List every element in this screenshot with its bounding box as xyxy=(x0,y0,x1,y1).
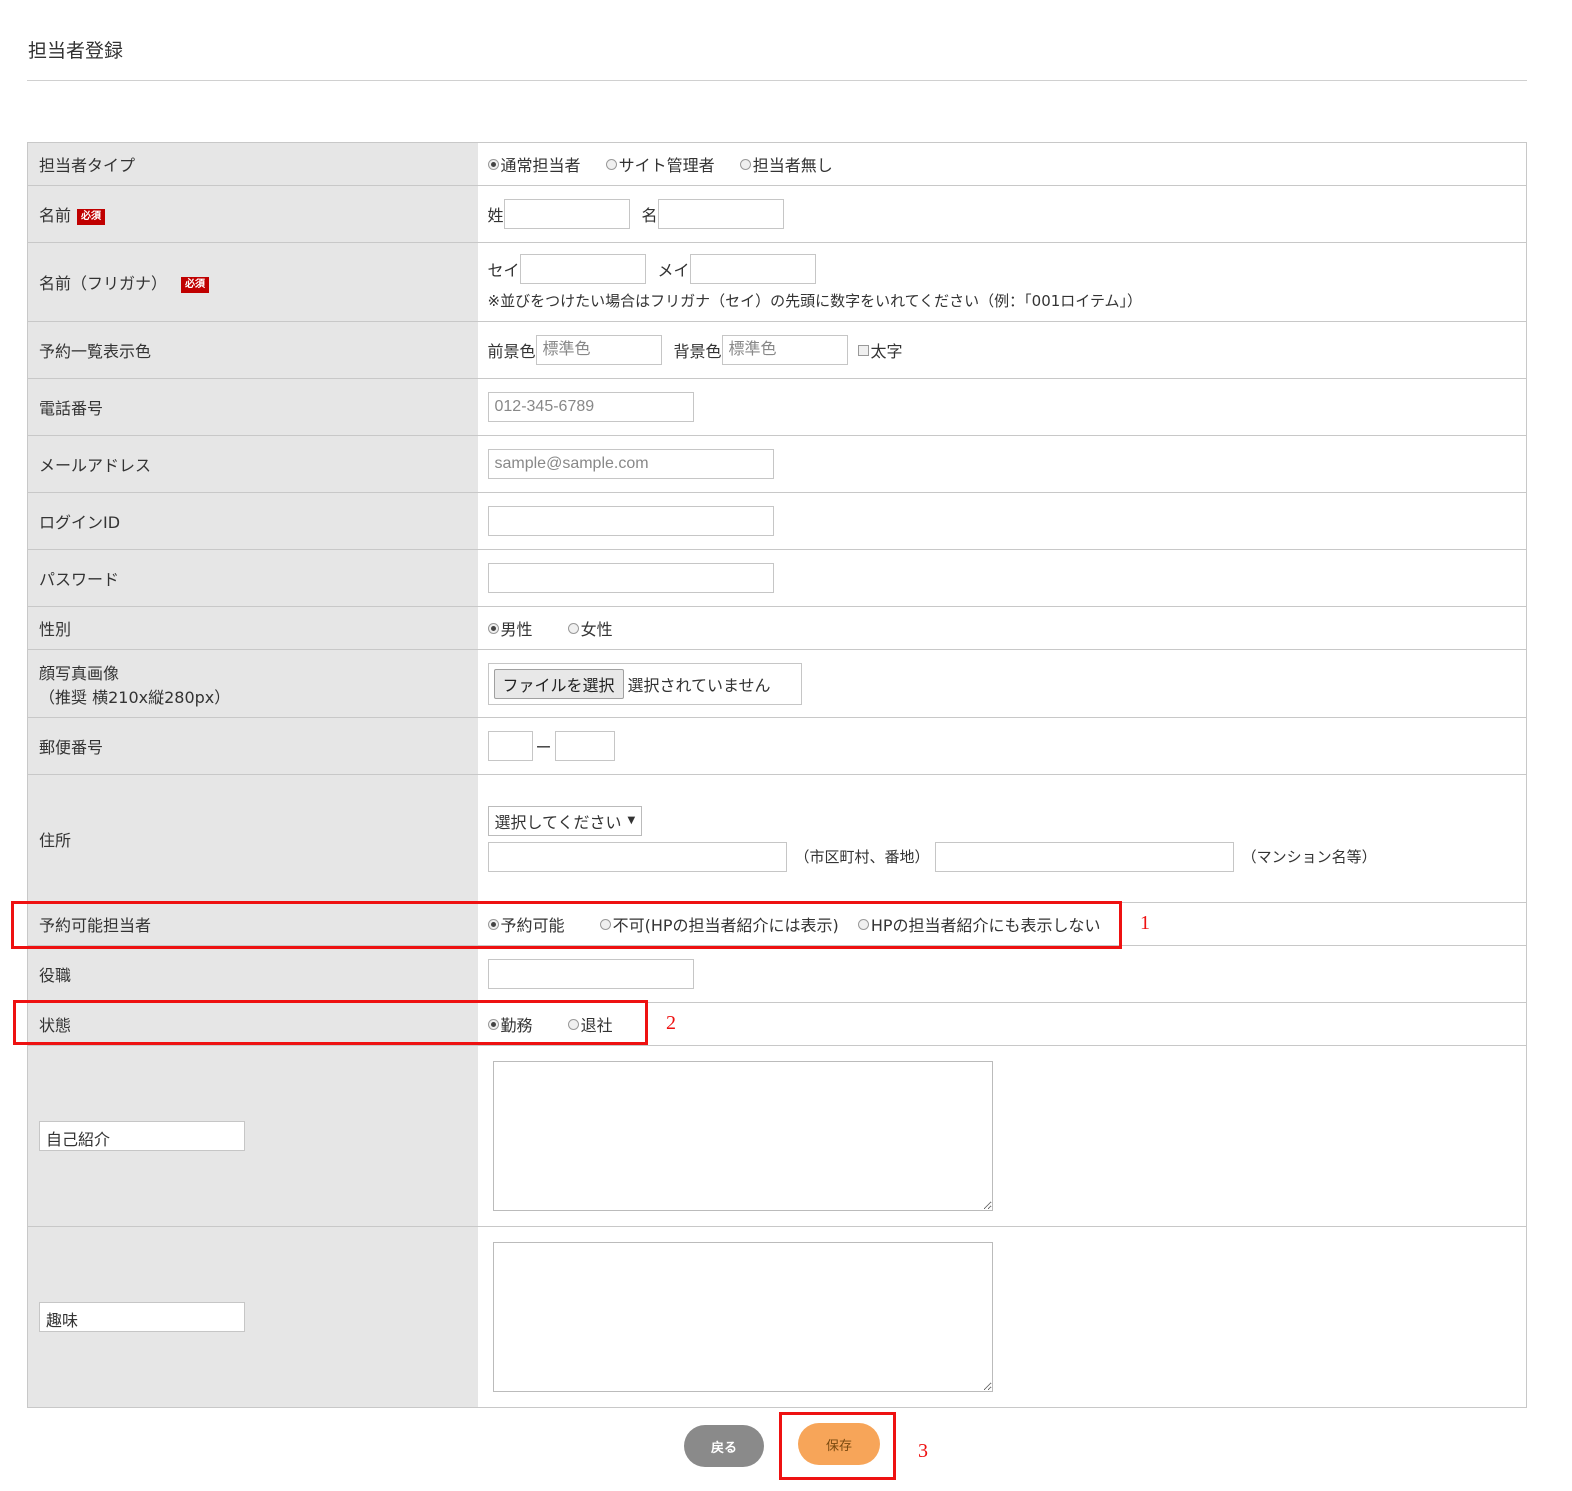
annotation-number-1: 1 xyxy=(1140,912,1150,934)
checkbox-icon xyxy=(857,344,869,356)
postal-code-first-input[interactable] xyxy=(487,731,533,761)
intro-label-input[interactable]: 自己紹介 xyxy=(39,1121,245,1151)
highlight-box-3 xyxy=(779,1412,896,1480)
row-intro: 自己紹介 xyxy=(27,1045,1527,1227)
name-label-cell: 名前 必須 xyxy=(27,185,478,243)
row-kana: 名前（フリガナ） 必須 セイ メイ ※並びをつけたい場合はフリガナ（セイ）の先頭に… xyxy=(27,242,1527,322)
radio-icon xyxy=(567,622,579,634)
kana-label: 名前（フリガナ） xyxy=(39,274,168,293)
intro-textarea[interactable] xyxy=(492,1061,993,1211)
staff-type-option-admin[interactable]: サイト管理者 xyxy=(605,152,715,176)
fg-color-input[interactable] xyxy=(535,335,662,365)
name-label: 名前 xyxy=(39,206,72,225)
email-label: メールアドレス xyxy=(27,435,478,493)
row-hobby: 趣味 xyxy=(27,1226,1527,1408)
required-badge: 必須 xyxy=(181,276,210,293)
kana-inputs: セイ メイ ※並びをつけたい場合はフリガナ（セイ）の先頭に数字をいれてください（… xyxy=(477,242,1527,322)
kana-first-label: メイ xyxy=(657,260,690,280)
photo-size-hint: （推奨 横210x縦280px） xyxy=(39,687,231,707)
address-line2-note: （マンション名等） xyxy=(1241,848,1377,866)
display-color-inputs: 前景色 背景色 太字 xyxy=(477,321,1527,379)
photo-label: 顔写真画像 xyxy=(39,663,120,683)
page-title: 担当者登録 xyxy=(28,40,124,62)
row-name: 名前 必須 姓 名 xyxy=(27,185,1527,243)
radio-icon xyxy=(605,158,617,170)
gender-label: 性別 xyxy=(27,606,478,650)
annotation-number-3: 3 xyxy=(918,1440,928,1462)
row-display-color: 予約一覧表示色 前景色 背景色 太字 xyxy=(27,321,1527,379)
bold-checkbox[interactable]: 太字 xyxy=(857,338,903,362)
row-email: メールアドレス xyxy=(27,435,1527,493)
display-color-label: 予約一覧表示色 xyxy=(27,321,478,379)
kana-last-input[interactable] xyxy=(519,253,646,284)
row-postal: 郵便番号 ー xyxy=(27,717,1527,775)
kana-label-cell: 名前（フリガナ） 必須 xyxy=(27,242,478,322)
phone-label: 電話番号 xyxy=(27,378,478,436)
first-name-input[interactable] xyxy=(657,199,784,229)
last-name-input[interactable] xyxy=(503,199,630,229)
staff-type-option-none[interactable]: 担当者無し xyxy=(739,152,833,176)
staff-type-option-normal[interactable]: 通常担当者 xyxy=(487,152,581,176)
choose-file-button[interactable]: ファイルを選択 xyxy=(493,668,624,699)
position-label: 役職 xyxy=(27,945,478,1003)
row-photo: 顔写真画像 （推奨 横210x縦280px） ファイルを選択 選択されていません xyxy=(27,649,1527,718)
kana-note: ※並びをつけたい場合はフリガナ（セイ）の先頭に数字をいれてください（例：「001… xyxy=(487,291,1143,310)
highlight-box-2 xyxy=(13,1000,648,1045)
password-input[interactable] xyxy=(487,563,774,593)
row-staff-type: 担当者タイプ 通常担当者 サイト管理者 担当者無し xyxy=(27,142,1527,186)
staff-form-table: 担当者タイプ 通常担当者 サイト管理者 担当者無し 名前 必須 姓 名 名前（フリ… xyxy=(27,142,1527,1408)
radio-icon xyxy=(487,158,499,170)
login-id-input[interactable] xyxy=(487,506,774,536)
hobby-label-input[interactable]: 趣味 xyxy=(39,1302,245,1332)
kana-last-label: セイ xyxy=(487,260,520,280)
last-name-label: 姓 xyxy=(487,206,504,225)
bg-color-label: 背景色 xyxy=(673,342,722,361)
row-gender: 性別 男性 女性 xyxy=(27,606,1527,650)
back-button[interactable]: 戻る xyxy=(684,1425,764,1467)
file-status-text: 選択されていません xyxy=(627,675,771,695)
row-password: パスワード xyxy=(27,549,1527,607)
staff-type-options: 通常担当者 サイト管理者 担当者無し xyxy=(477,142,1527,186)
title-divider xyxy=(27,80,1527,81)
row-phone: 電話番号 xyxy=(27,378,1527,436)
password-label: パスワード xyxy=(27,549,478,607)
postal-separator: ー xyxy=(535,738,552,757)
email-input[interactable] xyxy=(487,449,774,479)
prefecture-select[interactable]: 選択してください ▼ xyxy=(487,805,643,836)
photo-label-cell: 顔写真画像 （推奨 横210x縦280px） xyxy=(27,649,478,718)
radio-icon xyxy=(487,622,499,634)
first-name-label: 名 xyxy=(641,206,658,225)
chevron-down-icon: ▼ xyxy=(627,815,636,826)
photo-file-input[interactable]: ファイルを選択 選択されていません xyxy=(487,662,802,705)
annotation-number-2: 2 xyxy=(666,1012,676,1034)
bg-color-input[interactable] xyxy=(721,335,848,365)
staff-type-label: 担当者タイプ xyxy=(27,142,478,186)
name-inputs: 姓 名 xyxy=(477,185,1527,243)
row-address: 住所 選択してください ▼ （市区町村、番地） （マンション名等） xyxy=(27,774,1527,903)
phone-input[interactable] xyxy=(487,392,694,422)
gender-option-female[interactable]: 女性 xyxy=(567,616,613,640)
required-badge: 必須 xyxy=(77,208,106,225)
gender-options: 男性 女性 xyxy=(477,606,1527,650)
hobby-textarea[interactable] xyxy=(492,1242,993,1392)
postal-label: 郵便番号 xyxy=(27,717,478,775)
row-position: 役職 xyxy=(27,945,1527,1003)
position-input[interactable] xyxy=(487,959,694,989)
highlight-box-1 xyxy=(11,901,1122,949)
address-line2-input[interactable] xyxy=(934,841,1234,872)
kana-first-input[interactable] xyxy=(689,253,816,284)
row-login-id: ログインID xyxy=(27,492,1527,550)
fg-color-label: 前景色 xyxy=(487,342,536,361)
postal-code-second-input[interactable] xyxy=(554,731,615,761)
address-line1-input[interactable] xyxy=(487,841,787,872)
gender-option-male[interactable]: 男性 xyxy=(487,616,533,640)
login-id-label: ログインID xyxy=(27,492,478,550)
address-line1-note: （市区町村、番地） xyxy=(794,848,930,866)
radio-icon xyxy=(739,158,751,170)
address-label: 住所 xyxy=(27,774,478,903)
